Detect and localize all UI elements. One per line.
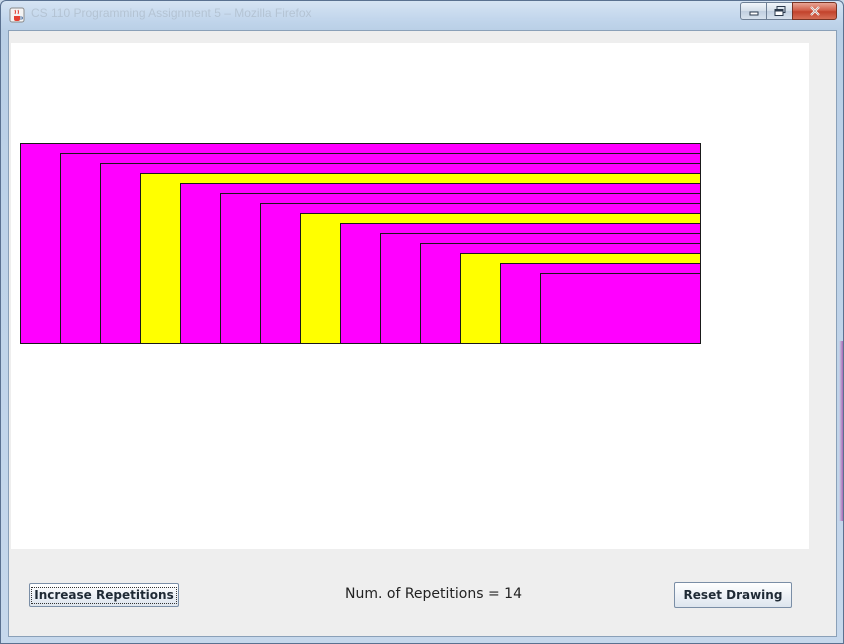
close-button[interactable] bbox=[792, 2, 837, 20]
maximize-button[interactable] bbox=[766, 2, 792, 20]
java-coffee-icon[interactable] bbox=[9, 7, 25, 23]
minimize-icon bbox=[749, 11, 758, 16]
content-pane: Increase Repetitions Num. of Repetitions… bbox=[8, 30, 837, 637]
title-bar[interactable]: CS 110 Programming Assignment 5 – Mozill… bbox=[1, 1, 843, 29]
caption-buttons bbox=[740, 2, 837, 22]
control-panel: Increase Repetitions Num. of Repetitions… bbox=[9, 549, 836, 636]
window-title: CS 110 Programming Assignment 5 – Mozill… bbox=[31, 6, 312, 20]
close-icon bbox=[809, 6, 820, 16]
window-edge-stripe bbox=[839, 341, 843, 521]
increase-repetitions-button[interactable]: Increase Repetitions bbox=[29, 583, 179, 607]
reset-drawing-button[interactable]: Reset Drawing bbox=[674, 582, 792, 608]
increase-repetitions-label: Increase Repetitions bbox=[31, 586, 177, 604]
app-window: CS 110 Programming Assignment 5 – Mozill… bbox=[0, 0, 844, 644]
drawing-canvas bbox=[11, 43, 809, 549]
maximize-icon bbox=[774, 6, 785, 16]
repetitions-count-label: Num. of Repetitions = 14 bbox=[345, 586, 522, 602]
minimize-button[interactable] bbox=[740, 2, 766, 20]
staircase-rectangle bbox=[540, 273, 701, 344]
